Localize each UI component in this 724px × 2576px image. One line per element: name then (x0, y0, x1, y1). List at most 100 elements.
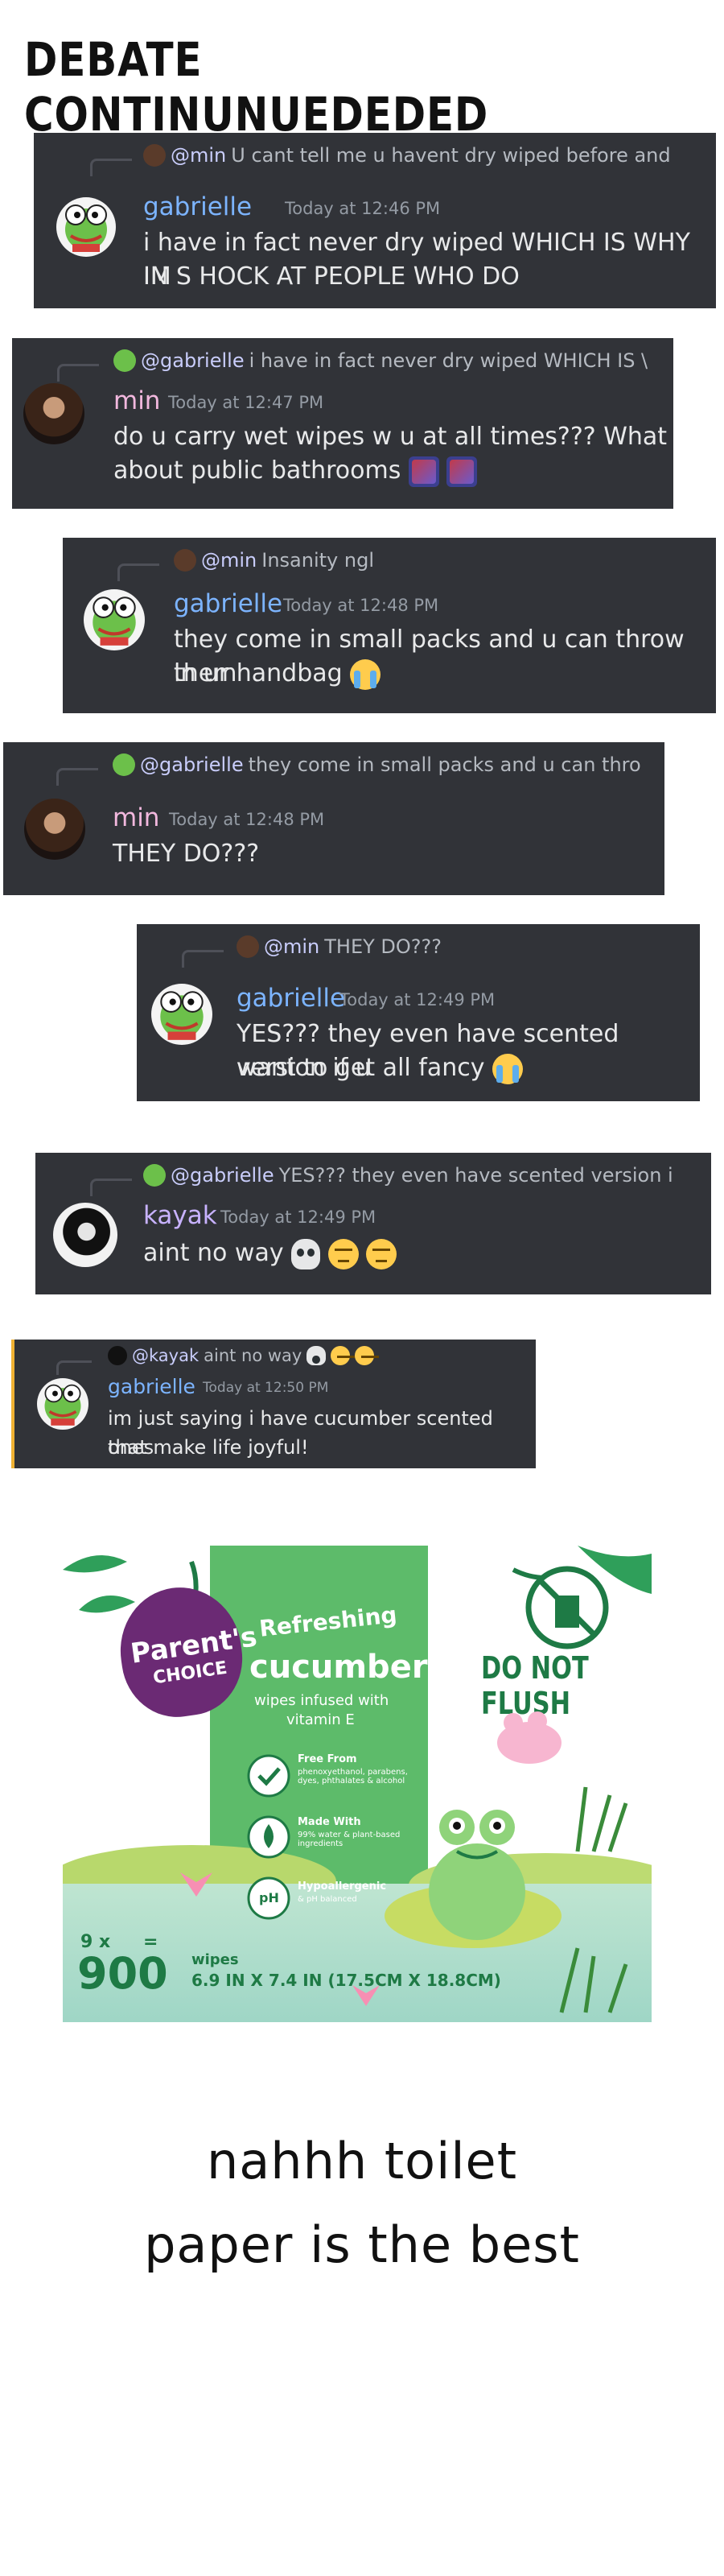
message-text: want to get all fancy (237, 1054, 485, 1082)
closing-text: paper is the best (144, 2215, 580, 2274)
ph-label: pH (259, 1890, 279, 1905)
reply-preview[interactable]: @min THEY DO??? (237, 935, 687, 958)
min-avatar-icon (237, 935, 259, 958)
author-name[interactable]: gabrielle (143, 192, 252, 221)
message-card: @min U cant tell me u havent dry wiped b… (34, 133, 716, 308)
skull-emoji-icon (291, 1238, 321, 1269)
reply-text: i have in fact never dry wiped WHICH IS … (249, 349, 648, 372)
message-line: that make life joyful! (108, 1436, 309, 1459)
reply-mention[interactable]: @kayak (132, 1346, 199, 1365)
reply-text: U cant tell me u havent dry wiped before… (231, 144, 671, 167)
reply-preview[interactable]: @min U cant tell me u havent dry wiped b… (143, 144, 706, 167)
reply-connector (56, 1360, 92, 1375)
claim-title: Hypoallergenic (298, 1880, 387, 1893)
timestamp: Today at 12:50 PM (203, 1380, 329, 1396)
message-text: about public bathrooms (113, 456, 401, 485)
reply-connector (182, 950, 224, 968)
message-text: in ur handbag (174, 659, 343, 687)
reply-mention[interactable]: @min (171, 144, 226, 167)
message-card: @kayak aint no way gabrielle Today at 12… (11, 1340, 536, 1468)
message-line: about public bathrooms (113, 454, 478, 488)
timestamp: Today at 12:49 PM (339, 990, 496, 1009)
count-total: 900 (77, 1948, 168, 1999)
message-line: want to get all fancy (237, 1051, 524, 1085)
reply-text: they come in small packs and u can thro (248, 753, 641, 776)
raised-eyebrow-emoji-icon (331, 1346, 356, 1365)
author-name[interactable]: gabrielle (108, 1375, 195, 1398)
reply-mention[interactable]: @min (201, 549, 257, 572)
claim-title: Made With (298, 1816, 361, 1828)
frog-avatar-icon[interactable] (84, 589, 145, 650)
frog-mascot-icon (429, 1810, 525, 1940)
reply-mention[interactable]: @gabrielle (141, 349, 245, 372)
message-card: @min Insanity ngl gabrielle Today at 12:… (63, 538, 716, 713)
reply-mention[interactable]: @min (264, 935, 319, 958)
frog-avatar-icon (113, 349, 136, 372)
author-name[interactable]: min (113, 803, 159, 832)
sob-emoji-icon (350, 658, 381, 690)
raised-eyebrow-emoji-icon (366, 1238, 397, 1269)
min-avatar-icon[interactable] (23, 383, 84, 444)
message-text: aint no way (143, 1239, 284, 1267)
min-avatar-icon[interactable] (24, 799, 85, 860)
min-avatar-icon (174, 549, 196, 572)
claim-title: Free From (298, 1753, 357, 1765)
product-image: Parent's CHOICE Refreshing cucumber wipe… (63, 1546, 652, 2022)
message-line: do u carry wet wipes w u at all times???… (113, 423, 668, 451)
crowd-emoji-icon (408, 456, 439, 487)
size-label: 6.9 IN X 7.4 IN (17.5CM X 18.8CM) (191, 1971, 501, 1990)
frog-avatar-icon[interactable] (56, 197, 116, 257)
reply-connector (57, 364, 99, 382)
claim-text: & pH balanced (298, 1895, 357, 1904)
timestamp: Today at 12:48 PM (283, 596, 439, 615)
reply-preview[interactable]: @min Insanity ngl (174, 549, 705, 572)
count-unit: wipes (191, 1951, 239, 1968)
timestamp: Today at 12:48 PM (169, 810, 325, 829)
author-name[interactable]: min (113, 386, 160, 415)
message-line: in ur handbag (174, 657, 381, 691)
raised-eyebrow-emoji-icon (355, 1346, 380, 1365)
checkmark-badge-icon (247, 1754, 290, 1798)
infused-text: vitamin E (286, 1711, 355, 1728)
reply-mention[interactable]: @gabrielle (140, 753, 244, 776)
author-name[interactable]: gabrielle (237, 984, 345, 1013)
timestamp: Today at 12:47 PM (168, 393, 324, 412)
min-avatar-icon (143, 144, 166, 167)
kayak-avatar-icon (108, 1346, 127, 1365)
closing-text: nahhh toilet (206, 2132, 518, 2190)
infused-text: wipes infused with (254, 1692, 389, 1709)
claim-text: 99% water & plant-based ingredients (298, 1831, 401, 1848)
reply-preview[interactable]: @kayak aint no way (108, 1346, 526, 1365)
reply-connector (90, 159, 132, 176)
message-line: aint no way (143, 1236, 397, 1270)
frog-avatar-icon[interactable] (151, 984, 212, 1045)
crowd-emoji-icon (446, 456, 478, 487)
flower-icon (180, 1872, 212, 1897)
page-title: DEBATE CONTINUNUEDEDED (24, 32, 489, 142)
timestamp: Today at 12:49 PM (220, 1208, 376, 1227)
frog-avatar-icon[interactable] (37, 1378, 88, 1430)
claim-text: phenoxyethanol, parabens, dyes, phthalat… (298, 1768, 408, 1785)
reply-mention[interactable]: @gabrielle (171, 1164, 274, 1187)
sob-emoji-icon (492, 1053, 524, 1084)
reply-connector (56, 768, 98, 786)
reply-connector (117, 564, 159, 581)
reply-text: Insanity ngl (261, 549, 374, 572)
raised-eyebrow-emoji-icon (327, 1238, 359, 1269)
message-card: @gabrielle they come in small packs and … (3, 742, 664, 895)
reply-preview[interactable]: @gabrielle they come in small packs and … (113, 753, 652, 776)
flying-frog-icon (497, 1711, 562, 1764)
frog-avatar-icon (113, 753, 135, 776)
author-name[interactable]: kayak (143, 1201, 217, 1230)
water-drop-badge-icon (247, 1815, 290, 1859)
reply-text: aint no way (204, 1346, 302, 1365)
message-card: @gabrielle YES??? they even have scented… (35, 1153, 711, 1294)
reply-text: YES??? they even have scented version i (278, 1164, 673, 1187)
reply-preview[interactable]: @gabrielle i have in fact never dry wipe… (113, 349, 668, 372)
author-name[interactable]: gabrielle (174, 589, 282, 618)
message-line: IN S HOCK AT PEOPLE WHO DO (143, 262, 520, 291)
reply-preview[interactable]: @gabrielle YES??? they even have scented… (143, 1164, 698, 1187)
kayak-avatar-icon[interactable] (53, 1203, 117, 1267)
reply-text: THEY DO??? (324, 935, 442, 958)
reply-connector (90, 1179, 132, 1196)
